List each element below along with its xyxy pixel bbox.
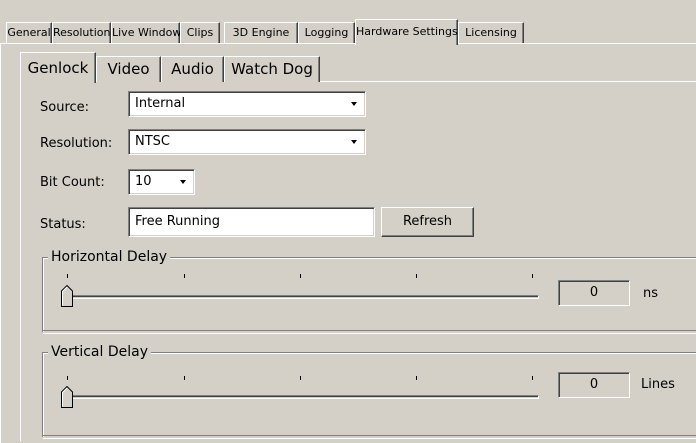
bitcount-select[interactable]: 10 <box>128 169 195 195</box>
tab-hardware-settings[interactable]: Hardware Settings <box>355 19 458 45</box>
tab-logging[interactable]: Logging <box>298 22 355 44</box>
tab-general[interactable]: General <box>6 22 52 44</box>
tab-resolution[interactable]: Resolution <box>52 22 111 44</box>
tab-audio[interactable]: Audio <box>161 56 224 82</box>
vertical-delay-unit: Lines <box>641 377 675 392</box>
source-select[interactable]: Internal <box>128 91 366 117</box>
slider-tick <box>416 376 417 380</box>
status-field: Free Running <box>128 207 375 237</box>
horizontal-delay-group: Horizontal Delay 0 ns <box>42 248 696 334</box>
slider-tick <box>67 274 68 278</box>
slider-tick <box>300 376 301 380</box>
bitcount-value: 10 <box>135 174 152 189</box>
horizontal-delay-value[interactable]: 0 <box>558 280 630 306</box>
tab-clips[interactable]: Clips <box>180 22 220 44</box>
vertical-delay-track[interactable] <box>61 395 539 399</box>
resolution-label: Resolution: <box>40 136 113 151</box>
tab-video[interactable]: Video <box>96 56 161 82</box>
vertical-delay-thumb[interactable] <box>61 386 73 408</box>
horizontal-delay-unit: ns <box>643 286 659 301</box>
chevron-down-icon[interactable] <box>347 95 361 113</box>
chevron-down-icon[interactable] <box>176 173 190 191</box>
vertical-delay-group: Vertical Delay 0 Lines <box>42 343 696 439</box>
source-label: Source: <box>40 100 90 115</box>
resolution-value: NTSC <box>135 134 170 149</box>
slider-tick <box>416 274 417 278</box>
tab-watch-dog[interactable]: Watch Dog <box>224 56 320 82</box>
tab-licensing[interactable]: Licensing <box>458 22 524 44</box>
status-label: Status: <box>40 217 86 232</box>
horizontal-delay-title: Horizontal Delay <box>48 248 171 266</box>
slider-tick <box>184 274 185 278</box>
tab-3d-engine[interactable]: 3D Engine <box>224 22 298 44</box>
horizontal-delay-thumb[interactable] <box>61 285 73 307</box>
slider-tick <box>300 274 301 278</box>
slider-tick <box>67 376 68 380</box>
horizontal-delay-track[interactable] <box>61 295 539 299</box>
tab-genlock[interactable]: Genlock <box>20 52 96 83</box>
chevron-down-icon[interactable] <box>347 133 361 151</box>
slider-tick <box>532 274 533 278</box>
tab-live-window[interactable]: Live Window <box>111 22 181 44</box>
refresh-button[interactable]: Refresh <box>381 207 474 237</box>
vertical-delay-value[interactable]: 0 <box>558 372 630 398</box>
slider-tick <box>532 376 533 380</box>
slider-tick <box>184 376 185 380</box>
vertical-delay-title: Vertical Delay <box>48 343 152 361</box>
source-value: Internal <box>135 96 186 111</box>
bitcount-label: Bit Count: <box>40 175 105 190</box>
resolution-select[interactable]: NTSC <box>128 129 366 155</box>
